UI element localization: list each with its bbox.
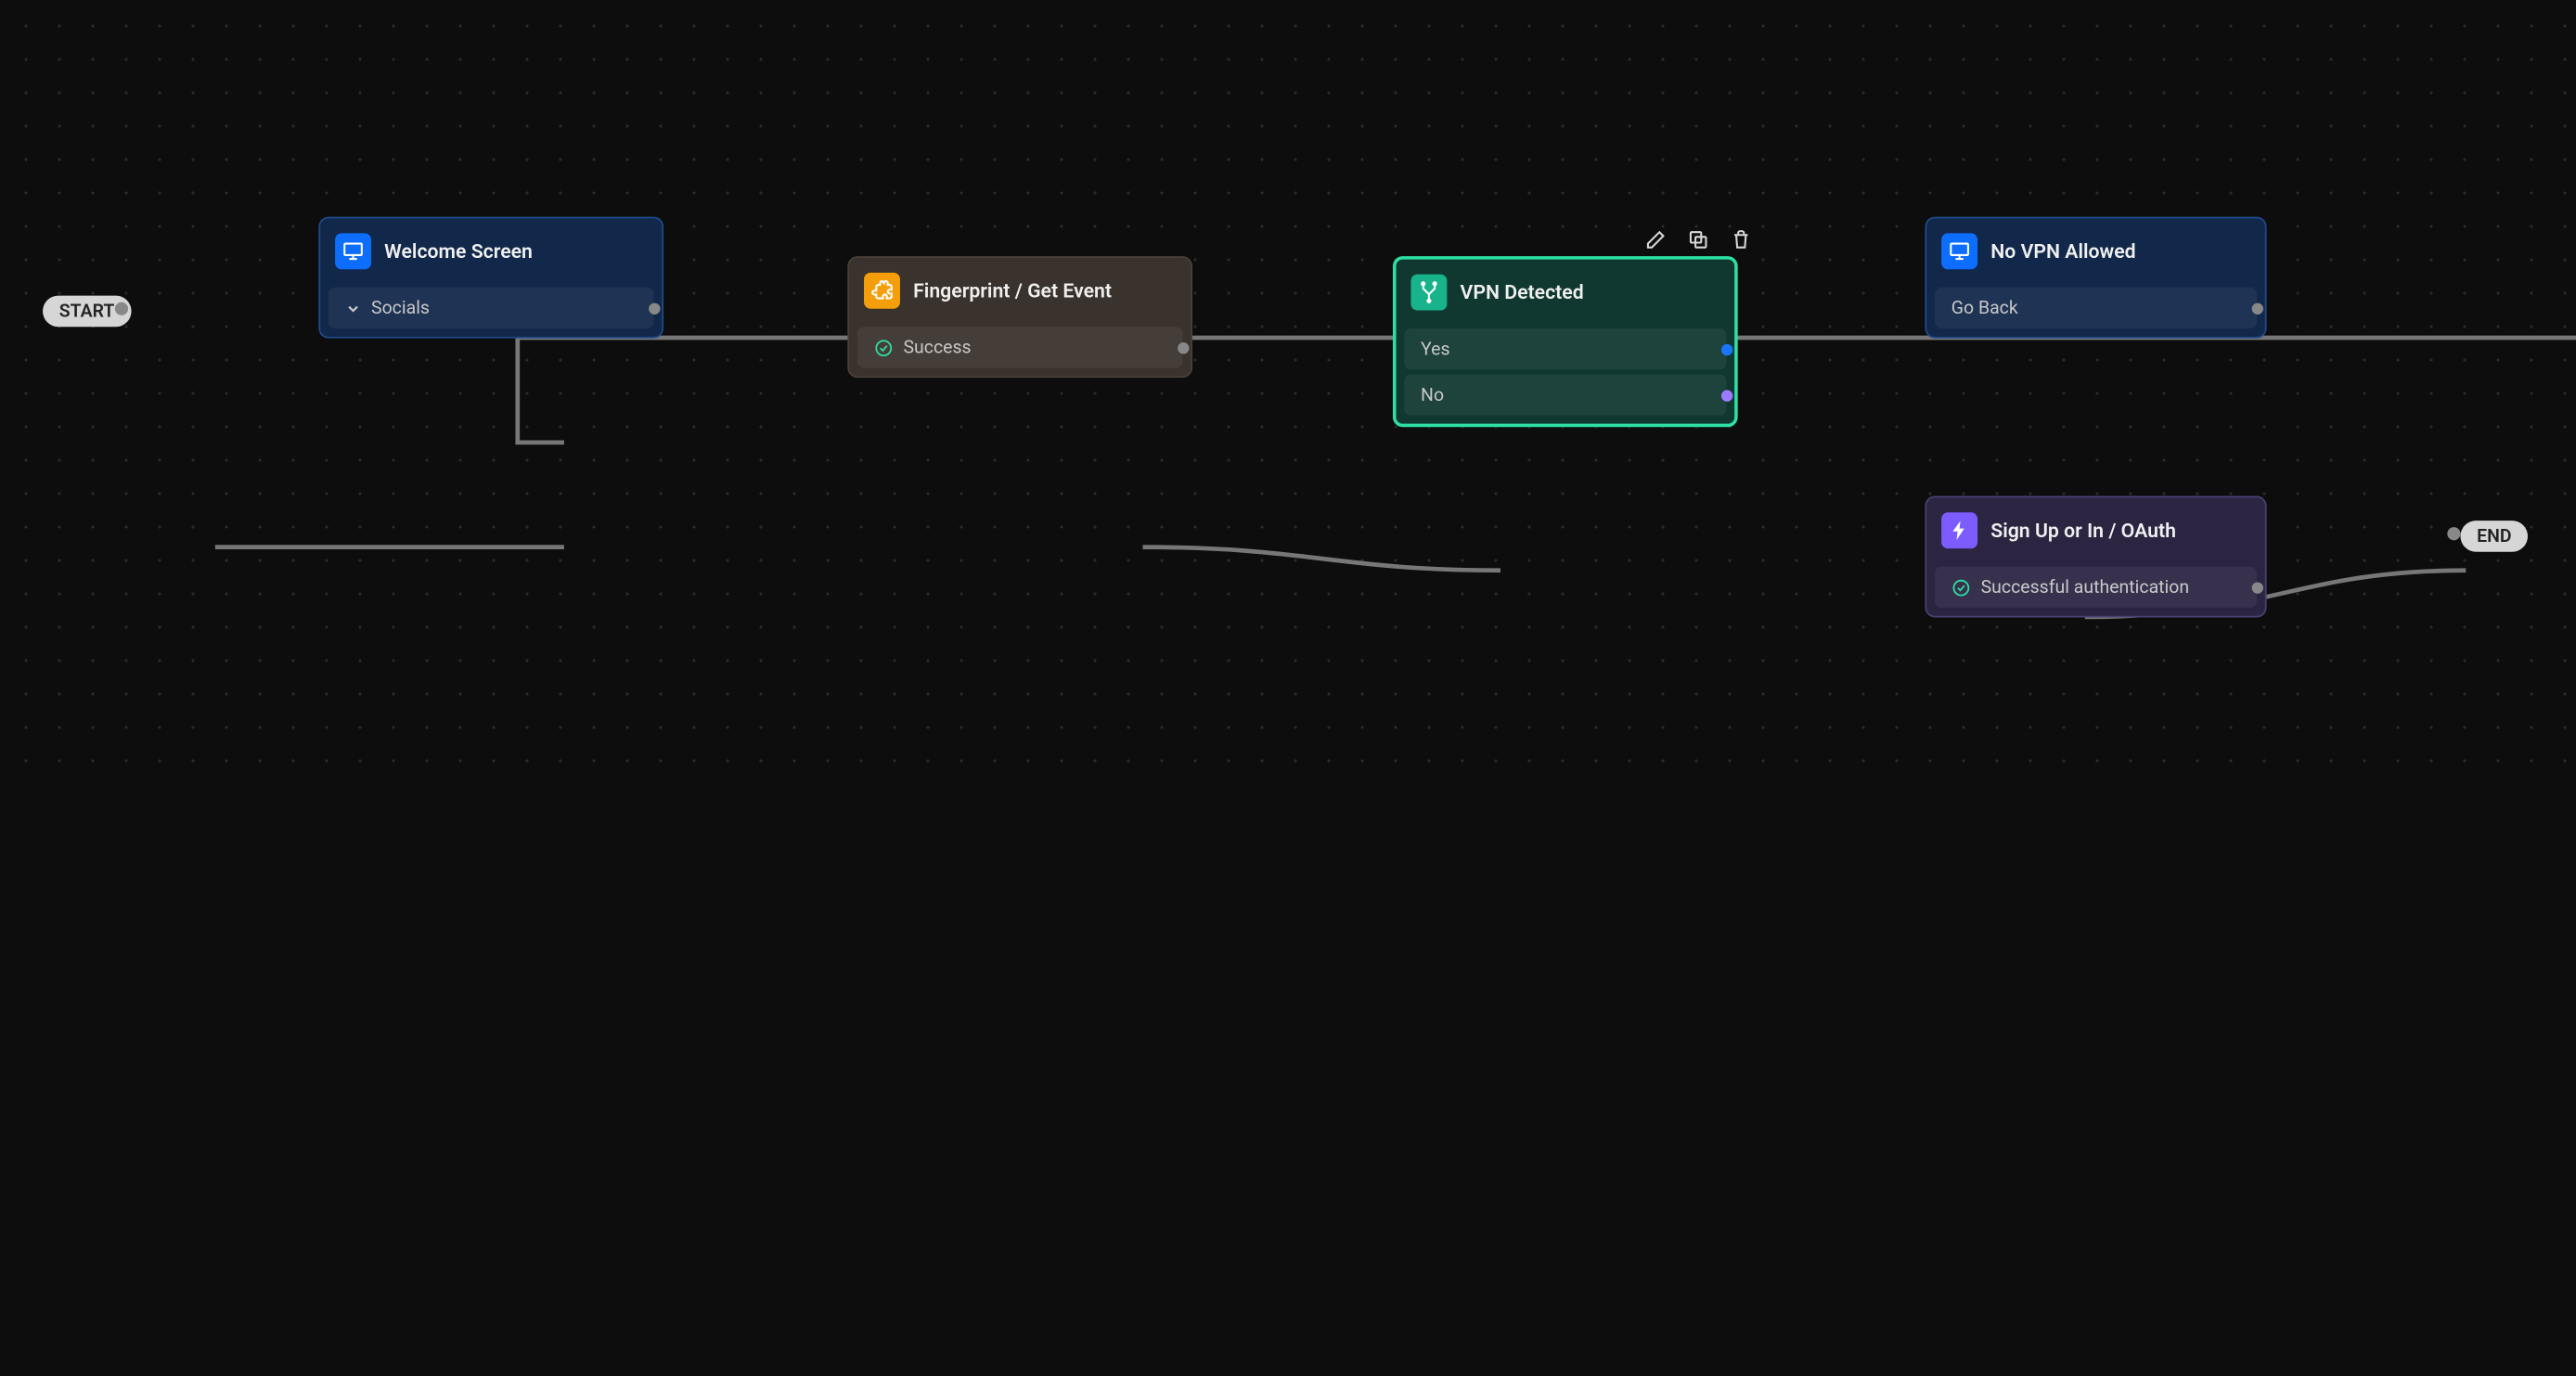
row-label: Socials xyxy=(371,297,430,318)
node-title: Fingerprint / Get Event xyxy=(913,279,1112,302)
node-header: Fingerprint / Get Event xyxy=(857,266,1182,322)
row-go-back[interactable]: Go Back xyxy=(1935,288,2257,328)
node-title: Sign Up or In / OAuth xyxy=(1990,519,2176,542)
node-header: VPN Detected xyxy=(1404,268,1726,324)
node-fingerprint[interactable]: Fingerprint / Get Event Success xyxy=(847,256,1192,378)
connection-wires xyxy=(0,0,2576,1376)
output-port[interactable] xyxy=(2252,582,2263,593)
delete-button[interactable] xyxy=(1728,226,1754,252)
node-welcome-screen[interactable]: Welcome Screen Socials xyxy=(318,217,663,339)
row-label: Yes xyxy=(1421,339,1449,360)
check-circle-icon xyxy=(1951,577,1971,597)
node-title: VPN Detected xyxy=(1461,281,1584,304)
edit-button[interactable] xyxy=(1642,226,1668,252)
row-successful-auth[interactable]: Successful authentication xyxy=(1935,567,2257,608)
lightning-icon xyxy=(1941,512,1977,548)
end-port[interactable] xyxy=(2447,527,2460,540)
chevron-down-icon xyxy=(345,300,362,316)
copy-button[interactable] xyxy=(1685,226,1711,252)
output-port[interactable] xyxy=(2252,302,2263,314)
fork-icon xyxy=(1410,275,1447,311)
start-label: START xyxy=(59,301,115,322)
output-port-yes[interactable] xyxy=(1721,343,1732,354)
monitor-icon xyxy=(1941,233,1977,269)
node-header: No VPN Allowed xyxy=(1935,226,2257,282)
output-port[interactable] xyxy=(1178,341,1189,353)
puzzle-icon xyxy=(864,273,900,309)
node-no-vpn-allowed[interactable]: No VPN Allowed Go Back xyxy=(1925,217,2266,339)
end-label: END xyxy=(2477,525,2511,547)
row-success[interactable]: Success xyxy=(857,327,1182,367)
monitor-icon xyxy=(335,233,371,269)
check-circle-icon xyxy=(874,338,894,357)
row-no[interactable]: No xyxy=(1404,375,1726,416)
row-socials[interactable]: Socials xyxy=(328,288,653,328)
node-vpn-detected[interactable]: VPN Detected Yes No xyxy=(1393,256,1738,427)
row-label: Successful authentication xyxy=(1981,576,2190,598)
row-yes[interactable]: Yes xyxy=(1404,328,1726,369)
node-toolbar xyxy=(1642,226,1754,252)
row-label: No xyxy=(1421,384,1444,405)
row-label: Go Back xyxy=(1951,297,2018,318)
output-port[interactable] xyxy=(649,302,660,314)
flow-canvas[interactable]: START END Welcome Screen Socials Fingerp… xyxy=(0,0,2576,1376)
node-title: Welcome Screen xyxy=(384,239,533,263)
node-header: Welcome Screen xyxy=(328,226,653,282)
end-terminal[interactable]: END xyxy=(2460,521,2528,552)
node-title: No VPN Allowed xyxy=(1990,239,2135,263)
row-label: Success xyxy=(904,337,972,358)
node-header: Sign Up or In / OAuth xyxy=(1935,506,2257,561)
start-port[interactable] xyxy=(115,302,128,315)
output-port-no[interactable] xyxy=(1721,389,1732,400)
node-sign-up-oauth[interactable]: Sign Up or In / OAuth Successful authent… xyxy=(1925,496,2266,618)
